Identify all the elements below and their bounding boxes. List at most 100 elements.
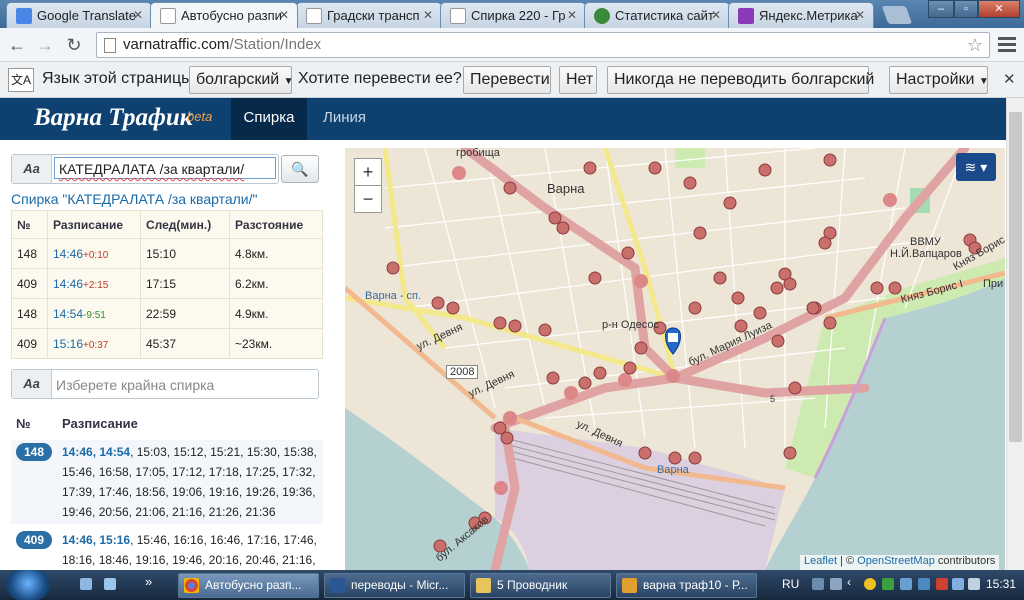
- map-attribution: Leaflet | © OpenStreetMap contributors: [800, 555, 1000, 570]
- address-bar[interactable]: varnatraffic.com/Station/Index ☆: [96, 32, 990, 58]
- row-next: 45:37: [140, 328, 230, 359]
- quick-launch-more-icon[interactable]: »: [145, 574, 152, 589]
- tab-statistika[interactable]: Статистика сайт ✕: [584, 2, 730, 28]
- row-line[interactable]: 409: [11, 268, 48, 299]
- never-translate-button[interactable]: Никогда не переводить болгарский: [607, 66, 874, 94]
- map[interactable]: + − ≋ ▾ гробища Варна Варна - сп. р-н Од…: [345, 148, 1005, 570]
- close-icon[interactable]: ✕: [567, 8, 577, 22]
- timetable-line-409: 409 14:46, 15:16, 15:46, 16:16, 16:46, 1…: [11, 528, 323, 570]
- task-paint[interactable]: варна траф10 - Р...: [616, 573, 757, 598]
- map-label-pri: При: [983, 278, 1004, 290]
- tab-gradski[interactable]: Градски трансп ✕: [296, 2, 442, 28]
- window-close-button[interactable]: ✕: [978, 0, 1020, 18]
- tray-icon[interactable]: [882, 578, 894, 590]
- font-toggle-icon[interactable]: Aa: [12, 155, 52, 183]
- volume-icon[interactable]: [968, 578, 980, 590]
- leaflet-link[interactable]: Leaflet: [804, 555, 837, 567]
- zoom-out-button[interactable]: −: [354, 185, 382, 213]
- menu-icon[interactable]: [996, 34, 1018, 56]
- timetable-col-schedule: Разписание: [62, 416, 138, 431]
- tab-spirka-220[interactable]: Спирка 220 - Гр ✕: [440, 2, 586, 28]
- col-distance: Разстояние: [229, 210, 323, 239]
- search-button[interactable]: 🔍: [281, 155, 319, 183]
- close-icon[interactable]: ✕: [1003, 70, 1016, 88]
- translate-button[interactable]: Перевести: [463, 66, 551, 94]
- close-icon[interactable]: ✕: [279, 8, 289, 22]
- language-indicator[interactable]: RU: [782, 577, 799, 591]
- reload-icon[interactable]: ↻: [63, 34, 85, 56]
- task-chrome[interactable]: Автобусно разп...: [178, 573, 319, 598]
- search-icon: 🔍: [291, 161, 309, 177]
- network-icon[interactable]: [952, 578, 964, 590]
- language-select[interactable]: болгарский ▼: [189, 66, 294, 94]
- scrollbar-thumb[interactable]: [1009, 112, 1022, 442]
- row-line[interactable]: 409: [11, 328, 48, 359]
- translate-icon: 文A: [8, 68, 34, 92]
- row-line[interactable]: 148: [11, 238, 48, 269]
- forward-icon[interactable]: →: [34, 34, 56, 56]
- map-label-odesos: р-н Одесос: [602, 319, 660, 331]
- bird-icon: [594, 8, 610, 24]
- row-next: 17:15: [140, 268, 230, 299]
- tab-avtobusno[interactable]: Автобусно разпи ✕: [150, 2, 298, 28]
- row-line[interactable]: 148: [11, 298, 48, 329]
- row-distance: ~23км.: [229, 328, 323, 359]
- map-label-varna-zapad: Варна - сп.: [365, 290, 422, 302]
- tray-icon[interactable]: [864, 578, 876, 590]
- map-label-five: 5: [770, 394, 776, 404]
- row-distance: 6.2км.: [229, 268, 323, 299]
- station-search-input[interactable]: КАТЕДРАЛАТА /за квартали/: [54, 157, 276, 179]
- clock[interactable]: 15:31: [986, 577, 1016, 591]
- row-time: 15:16: [53, 336, 84, 351]
- tray-icon[interactable]: [936, 578, 948, 590]
- tray-icon[interactable]: [830, 578, 842, 590]
- close-icon[interactable]: ✕: [711, 8, 721, 22]
- map-label-vaptsarov: Н.Й.Вапцаров: [890, 248, 962, 260]
- tab-yandex-metrika[interactable]: Яндекс.Метрика ✕: [728, 2, 874, 28]
- page-icon: [160, 8, 176, 24]
- layers-icon[interactable]: ≋ ▾: [956, 153, 996, 181]
- task-word[interactable]: переводы - Micr...: [324, 573, 465, 598]
- col-number: №: [11, 210, 48, 239]
- task-explorer[interactable]: 5 Проводник: [470, 573, 611, 598]
- table-row: 409 14:46+2:15 17:15 6.2км.: [11, 268, 323, 299]
- tray-icon[interactable]: [900, 578, 912, 590]
- close-icon[interactable]: ✕: [855, 8, 865, 22]
- park: [675, 148, 705, 168]
- nav-line[interactable]: Линия: [323, 98, 366, 140]
- star-icon[interactable]: ☆: [967, 33, 983, 57]
- tray-icon[interactable]: [812, 578, 824, 590]
- task-label: варна траф10 - Р...: [643, 578, 748, 592]
- translate-text-language: Язык этой страницы: [42, 70, 193, 87]
- page-scrollbar[interactable]: [1006, 98, 1024, 570]
- close-icon[interactable]: ✕: [423, 8, 433, 22]
- osm-link[interactable]: OpenStreetMap: [857, 555, 935, 567]
- quick-launch-icon[interactable]: [104, 578, 116, 590]
- start-button[interactable]: [6, 570, 50, 600]
- row-distance: 4.9км.: [229, 298, 323, 329]
- table-row: 148 14:54-9:51 22:59 4.9км.: [11, 298, 323, 329]
- nav-station[interactable]: Спирка: [231, 98, 307, 140]
- tray-icon[interactable]: [918, 578, 930, 590]
- table-row: 409 15:16+0:37 45:37 ~23км.: [11, 328, 323, 359]
- chevron-down-icon: ▼: [283, 76, 294, 87]
- settings-button[interactable]: Настройки ▼: [889, 66, 989, 94]
- line-badge[interactable]: 409: [16, 531, 52, 549]
- font-toggle-icon[interactable]: Aa: [12, 370, 52, 398]
- site-logo[interactable]: Варна Трафик: [34, 104, 192, 132]
- tray-expand-icon[interactable]: ‹: [847, 575, 851, 589]
- map-canvas[interactable]: [345, 148, 1005, 570]
- close-icon[interactable]: ✕: [133, 8, 143, 22]
- show-desktop-icon[interactable]: [80, 578, 92, 590]
- end-station-input[interactable]: Изберете крайна спирка: [56, 374, 276, 396]
- row-delay: +0:37: [83, 339, 109, 351]
- minimize-button[interactable]: –: [928, 0, 954, 18]
- maximize-button[interactable]: ▫: [954, 0, 978, 18]
- line-badge[interactable]: 148: [16, 443, 52, 461]
- language-value: болгарский: [196, 71, 280, 88]
- new-tab-button[interactable]: [881, 6, 913, 24]
- tab-google-translate[interactable]: Google Translate ✕: [6, 2, 152, 28]
- zoom-in-button[interactable]: +: [354, 158, 382, 186]
- back-icon[interactable]: ←: [6, 34, 28, 56]
- no-button[interactable]: Нет: [559, 66, 597, 94]
